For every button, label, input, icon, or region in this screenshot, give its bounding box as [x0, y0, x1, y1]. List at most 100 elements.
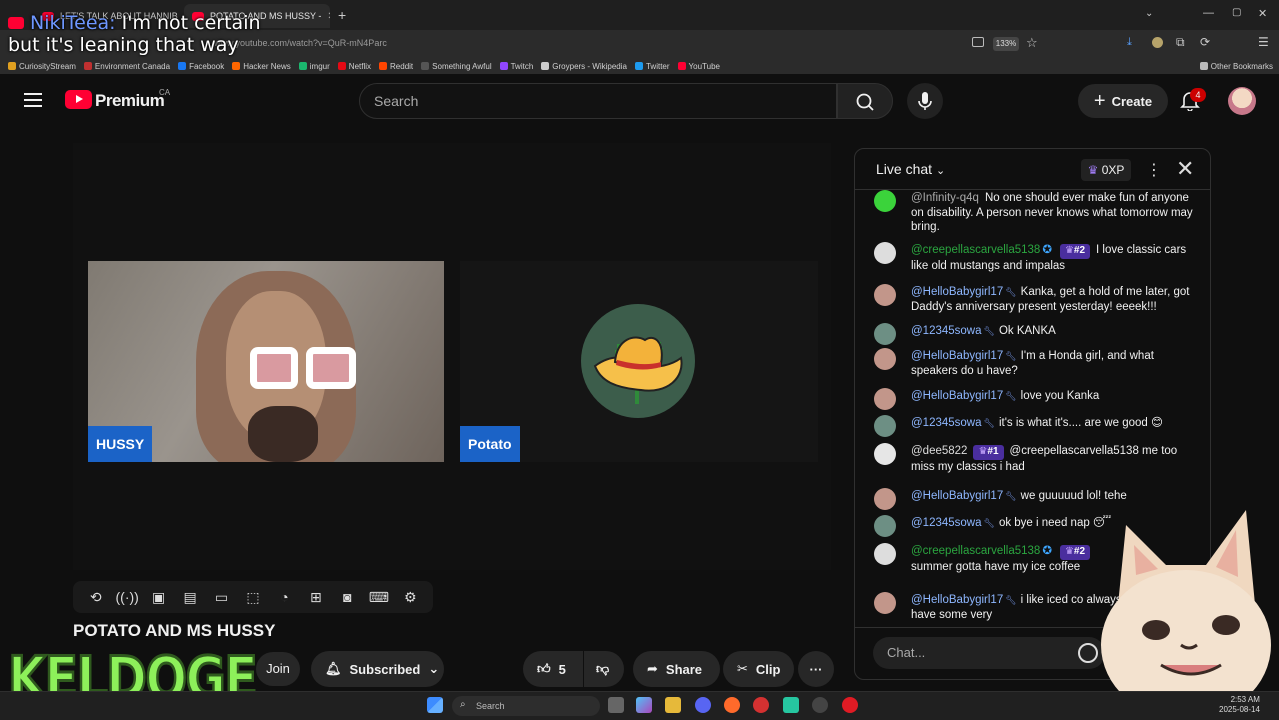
other-bookmarks[interactable]: Other Bookmarks — [1199, 62, 1273, 71]
message-text: love you Kanka — [1020, 390, 1100, 402]
bookmark-item[interactable]: CuriosityStream — [8, 62, 76, 71]
bookmark-item[interactable]: Something Awful — [421, 62, 492, 71]
bookmark-item[interactable]: Reddit — [379, 62, 413, 71]
voice-search-button[interactable] — [907, 83, 943, 119]
subscribed-button[interactable]: 🔔︎ Subscribed ⌄ — [311, 651, 444, 687]
message-author[interactable]: @12345sowa — [911, 517, 982, 529]
bookmark-item[interactable]: Facebook — [178, 62, 224, 71]
message-author[interactable]: @creepellascarvella5138 — [911, 244, 1040, 256]
message-author[interactable]: @creepellascarvella5138 — [911, 545, 1040, 557]
bookmark-item[interactable]: Hacker News — [232, 62, 291, 71]
menu-icon[interactable]: ☰ — [1258, 35, 1269, 49]
more-actions-button[interactable]: ··· — [798, 651, 834, 687]
windows-start-icon[interactable] — [427, 697, 443, 713]
add-clip-icon[interactable]: ⊞ — [303, 588, 328, 606]
search-input[interactable]: Search — [359, 83, 837, 119]
clapper-icon[interactable]: ▤ — [177, 588, 202, 606]
task-view-icon[interactable] — [608, 697, 624, 713]
loop-icon[interactable]: ⟲ — [83, 588, 108, 606]
sync-icon[interactable]: ⟳ — [1200, 35, 1210, 49]
minimize-icon[interactable]: — — [1203, 7, 1214, 19]
like-count: 5 — [558, 661, 566, 677]
tab-list-icon[interactable]: ⌄ — [1145, 8, 1153, 19]
app-icon[interactable] — [753, 697, 769, 713]
share-arrow-icon: ➦ — [647, 661, 658, 676]
clock-time: 2:53 AM — [1230, 695, 1260, 704]
bookmark-star-icon[interactable]: ☆ — [1026, 35, 1038, 51]
potato-avatar-image — [581, 304, 695, 418]
chat-message: @HelloBabygirl17 🔧︎ Kanka, get a hold of m… — [874, 284, 1194, 314]
bookmark-favicon-icon — [634, 62, 643, 70]
avatar — [874, 592, 896, 614]
screenshot-camera-icon[interactable]: ◙ — [335, 588, 360, 606]
screenshot-icon[interactable] — [972, 37, 984, 47]
user-avatar[interactable] — [1228, 87, 1256, 115]
bookmark-item[interactable]: Environment Canada — [83, 62, 170, 71]
theater-mode-icon[interactable]: ▭ — [209, 588, 234, 606]
more-vertical-icon[interactable]: ⋮ — [1146, 160, 1162, 180]
new-tab-icon[interactable]: + — [338, 7, 346, 23]
taskbar-search[interactable]: Search — [452, 696, 600, 716]
moderator-wrench-icon: 🔧︎ — [1005, 491, 1017, 501]
extension-icon[interactable] — [1152, 37, 1163, 48]
message-author[interactable]: @HelloBabygirl17 — [911, 490, 1003, 502]
message-author[interactable]: @HelloBabygirl17 — [911, 286, 1003, 298]
live-chat-title[interactable]: Live chat ⌄ — [876, 161, 945, 177]
system-clock[interactable]: 2:53 AM 2025-08-14 — [1219, 695, 1260, 715]
speed-gauge-icon[interactable]: ◔ — [272, 588, 297, 606]
create-button[interactable]: + Create — [1078, 84, 1168, 118]
live-broadcast-icon[interactable]: ((·)) — [114, 588, 139, 606]
share-button[interactable]: ➦ Share — [633, 651, 720, 687]
media-player-icon[interactable] — [812, 697, 828, 713]
file-explorer-icon[interactable] — [665, 697, 681, 713]
message-author[interactable]: @Infinity-q4q — [911, 192, 979, 204]
miniplayer-icon[interactable]: ▣ — [146, 588, 171, 606]
bell-icon: 🔔︎ — [325, 661, 342, 676]
close-window-icon[interactable]: ✕ — [1258, 7, 1267, 20]
download-icon[interactable]: ⤓ — [1127, 36, 1132, 49]
bookmark-favicon-icon — [541, 62, 550, 70]
menu-hamburger-icon[interactable] — [24, 93, 42, 107]
moderator-wrench-icon: 🔧︎ — [983, 326, 995, 336]
bookmark-item[interactable]: Twitch — [499, 62, 533, 71]
chat-input[interactable]: Chat... — [873, 637, 1105, 669]
join-button[interactable]: Join — [256, 652, 300, 686]
moderator-wrench-icon: 🔧︎ — [1005, 287, 1017, 297]
bookmark-item[interactable]: imgur — [298, 62, 330, 71]
app-icon[interactable] — [783, 697, 799, 713]
youtube-app-icon[interactable] — [842, 697, 858, 713]
bookmark-item[interactable]: YouTube — [677, 62, 720, 71]
bookmark-favicon-icon — [677, 62, 686, 70]
fullscreen-icon[interactable]: ⬚ — [240, 588, 265, 606]
message-author[interactable]: @HelloBabygirl17 — [911, 390, 1003, 402]
message-author[interactable]: @HelloBabygirl17 — [911, 350, 1003, 362]
copilot-icon[interactable] — [636, 697, 652, 713]
maximize-icon[interactable]: ▢ — [1232, 7, 1241, 18]
clip-button[interactable]: ✂ Clip — [723, 651, 794, 687]
xp-badge[interactable]: ♛ 0XP — [1081, 159, 1131, 181]
sunglasses-icon — [250, 347, 360, 391]
firefox-icon[interactable] — [724, 697, 740, 713]
close-tab-icon[interactable]: ✕ — [327, 11, 330, 22]
bookmark-item[interactable]: Groypers - Wikipedia — [541, 62, 627, 71]
youtube-logo-icon[interactable] — [65, 90, 92, 109]
logo-text[interactable]: Premium — [95, 91, 165, 111]
bookmark-item[interactable]: Twitter — [634, 62, 670, 71]
like-button[interactable]: 👍︎ 5 — [523, 651, 583, 687]
extensions-puzzle-icon[interactable]: ⧉ — [1176, 35, 1185, 50]
zoom-level[interactable]: 133% — [993, 37, 1019, 51]
keyboard-icon[interactable]: ⌨ — [366, 588, 391, 606]
message-author[interactable]: @HelloBabygirl17 — [911, 594, 1003, 606]
search-button[interactable] — [837, 83, 893, 119]
moderator-wrench-icon: 🔧︎ — [1005, 391, 1017, 401]
message-author[interactable]: @12345sowa — [911, 325, 982, 337]
settings-gear-icon[interactable]: ⚙ — [398, 588, 423, 606]
close-chat-icon[interactable]: ✕ — [1176, 156, 1194, 182]
bookmark-item[interactable]: Netflix — [337, 62, 371, 71]
discord-icon[interactable] — [695, 697, 711, 713]
clip-label: Clip — [755, 661, 781, 677]
message-author[interactable]: @12345sowa — [911, 417, 982, 429]
subscribed-label: Subscribed — [349, 661, 421, 677]
dislike-button[interactable]: 👎︎ — [584, 651, 624, 687]
message-author[interactable]: @dee5822 — [911, 445, 967, 457]
